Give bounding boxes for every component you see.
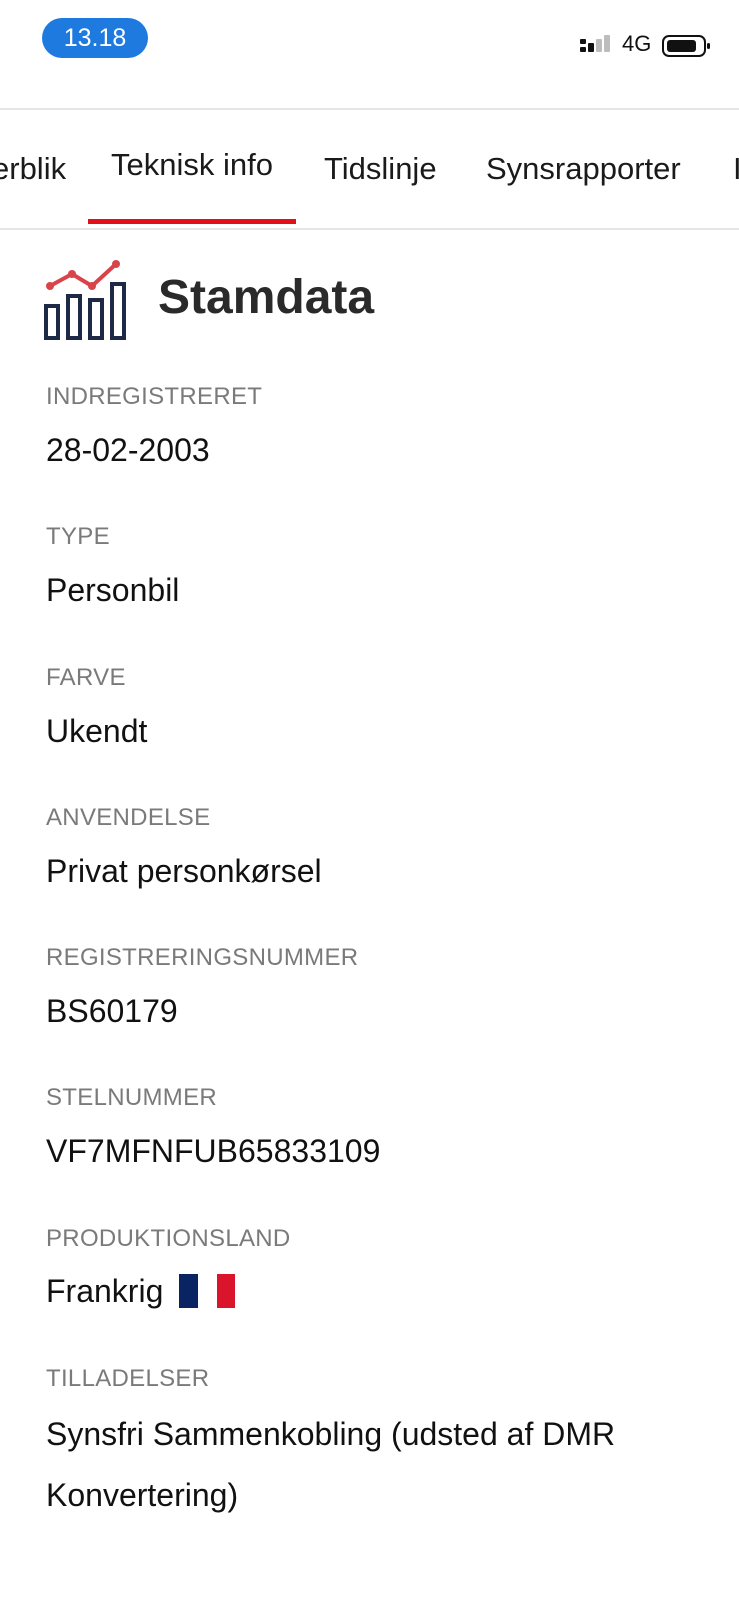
tab-overblik[interactable]: erblik — [0, 110, 66, 228]
field-value-farve: Ukendt — [46, 713, 148, 749]
field-value-anvendelse: Privat personkørsel — [46, 853, 322, 889]
field-label-anvendelse: ANVENDELSE — [46, 804, 211, 831]
tab-tidslinje[interactable]: Tidslinje — [324, 110, 437, 228]
field-label-farve: FARVE — [46, 664, 126, 691]
field-label-produktionsland: PRODUKTIONSLAND — [46, 1225, 291, 1252]
field-value-produktionsland: Frankrig — [46, 1273, 236, 1311]
network-type: 4G — [622, 31, 652, 56]
tab-partial[interactable]: I — [733, 110, 739, 228]
field-label-stelnummer: STELNUMMER — [46, 1084, 218, 1111]
status-bar: 13.18 4G — [0, 0, 739, 108]
section-title: Stamdata — [158, 271, 375, 324]
field-value-indregistreret: 28-02-2003 — [46, 432, 210, 468]
field-value-tilladelser: Synsfri Sammenkobling (udsted af DMR Kon… — [46, 1416, 616, 1513]
field-value-registreringsnummer: BS60179 — [46, 993, 178, 1029]
tab-teknisk-info[interactable]: Teknisk info — [88, 110, 296, 224]
field-label-registreringsnummer: REGISTRERINGSNUMMER — [46, 944, 359, 971]
chart-icon — [44, 260, 126, 340]
tab-bar: erblik Teknisk info Tidslinje Synsrappor… — [0, 108, 739, 230]
tab-synsrapporter[interactable]: Synsrapporter — [486, 110, 681, 228]
field-label-indregistreret: INDREGISTRERET — [46, 383, 263, 410]
field-label-tilladelser: TILLADELSER — [46, 1365, 210, 1392]
field-value-stelnummer: VF7MFNFUB65833109 — [46, 1133, 381, 1169]
status-time: 13.18 — [42, 18, 148, 58]
field-value-type: Personbil — [46, 572, 180, 608]
field-label-type: TYPE — [46, 523, 110, 550]
produktionsland-text: Frankrig — [46, 1273, 164, 1309]
france-flag-icon — [179, 1273, 236, 1308]
signal-icon — [580, 35, 610, 52]
battery-icon — [662, 35, 710, 57]
